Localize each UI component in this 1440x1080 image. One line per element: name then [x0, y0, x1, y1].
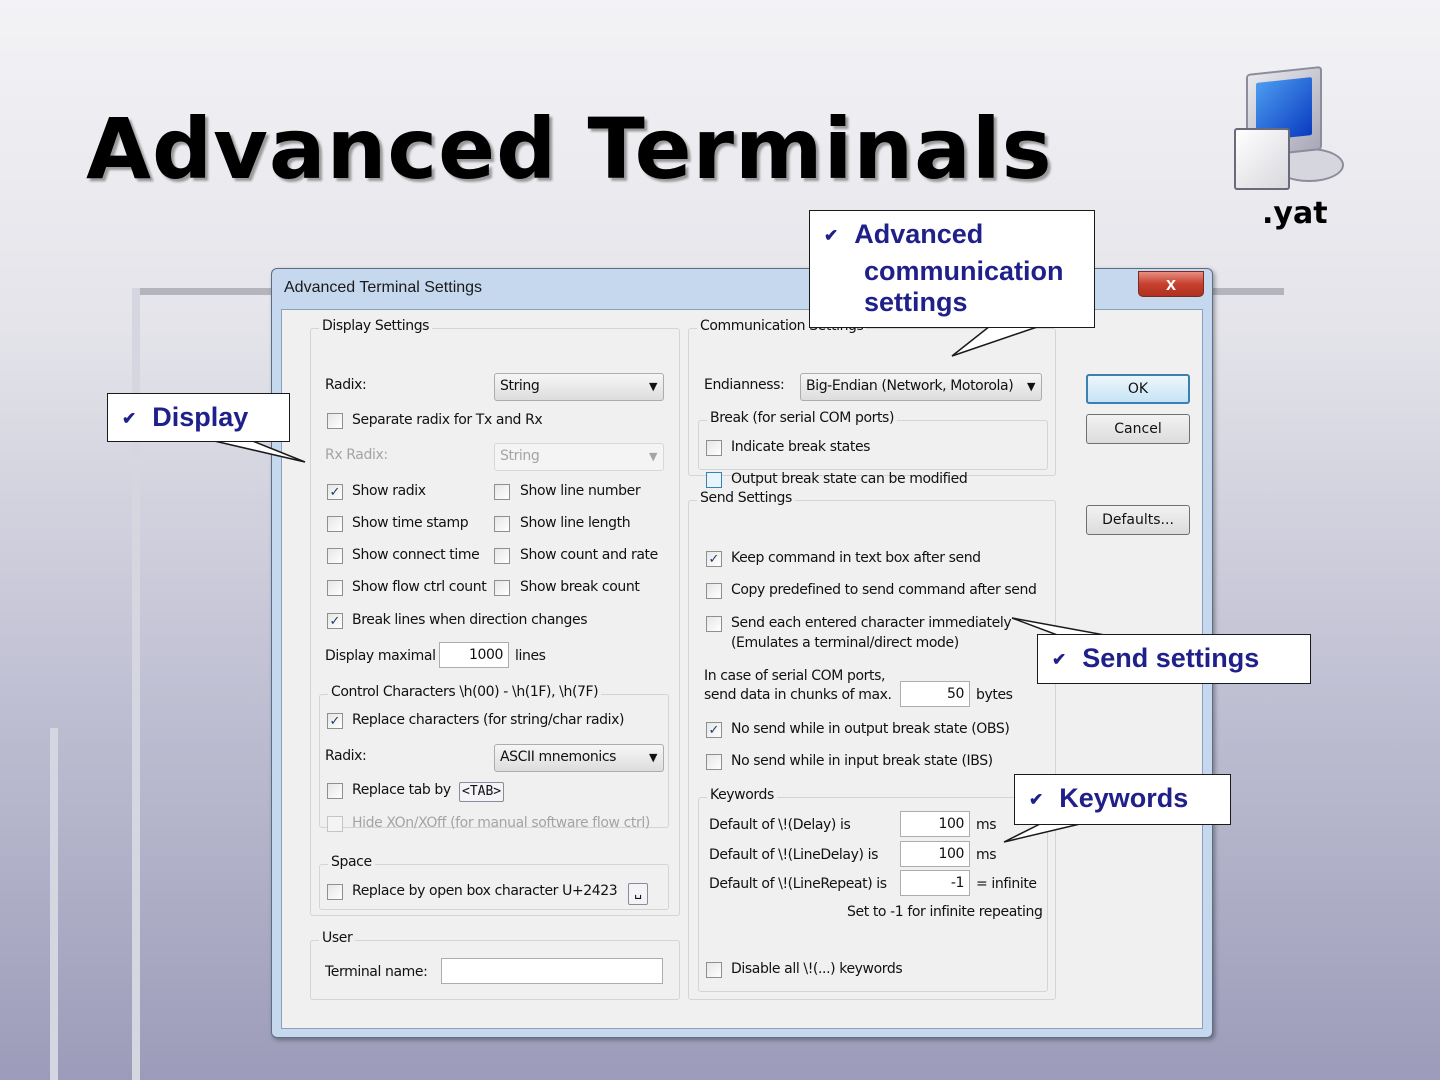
display-callout-pointer	[209, 439, 306, 463]
communication-callout-pointer	[951, 325, 1041, 357]
callout-pointers	[209, 325, 1111, 843]
check-bullet-icon: ✔	[122, 409, 137, 428]
check-bullet-icon: ✔	[1029, 790, 1044, 809]
display-callout: ✔ Display	[107, 393, 290, 442]
communication-callout: ✔ Advanced communication settings	[809, 210, 1095, 328]
send-settings-callout-text: Send settings	[1082, 643, 1260, 673]
communication-callout-line2: communication	[864, 256, 1064, 286]
communication-callout-line1: Advanced	[854, 219, 984, 249]
check-bullet-icon: ✔	[1052, 650, 1067, 669]
display-callout-text: Display	[152, 402, 249, 432]
keywords-callout: ✔ Keywords	[1014, 774, 1231, 825]
send-settings-callout: ✔ Send settings	[1037, 634, 1311, 684]
communication-callout-line3: settings	[864, 287, 968, 317]
keywords-callout-pointer	[1003, 823, 1081, 843]
keywords-callout-text: Keywords	[1059, 783, 1189, 813]
check-bullet-icon: ✔	[824, 226, 839, 245]
